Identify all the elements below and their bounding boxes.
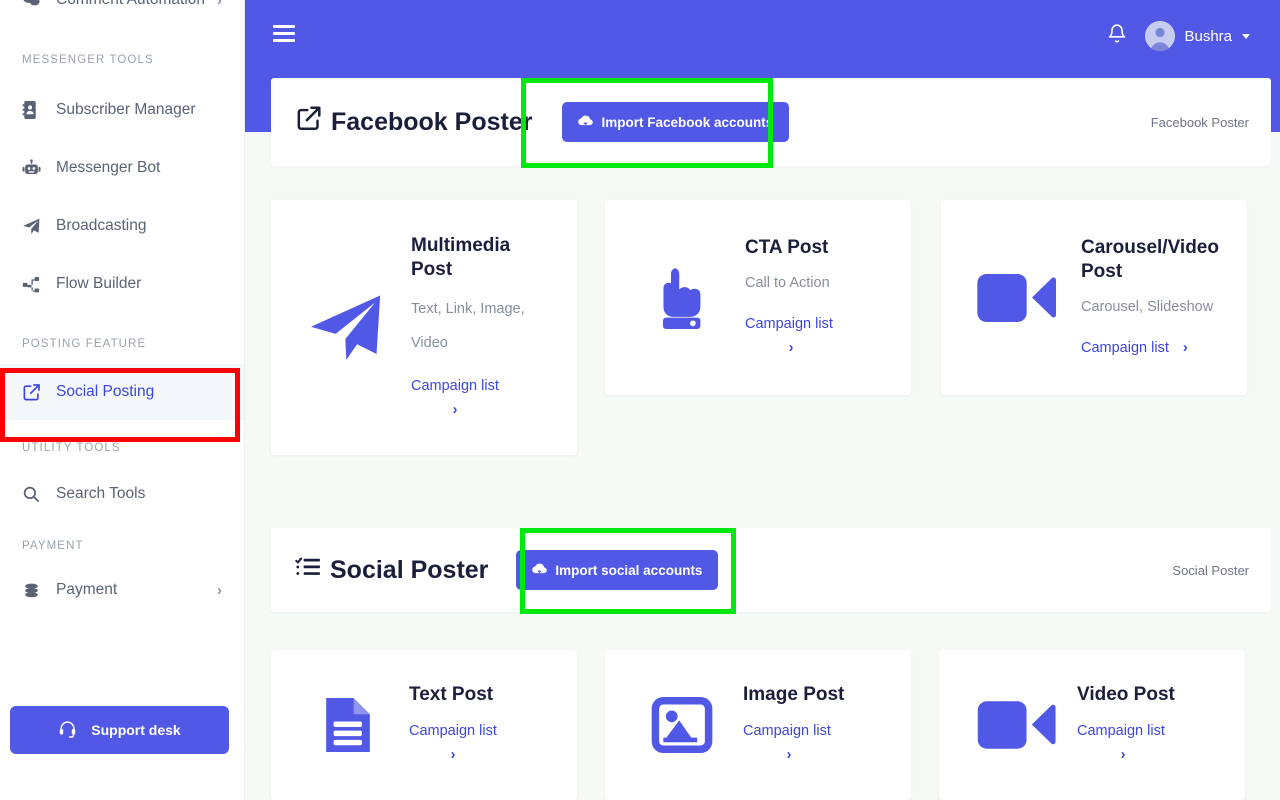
sidebar-section-payment: PAYMENT [22,540,84,552]
sidebar-item-search-tools[interactable]: Search Tools [0,470,244,518]
sidebar-section-messenger-tools: MESSENGER TOOLS [22,54,154,66]
campaign-list-link[interactable]: Campaign list › [743,719,853,767]
card-title: Multimedia Post [411,234,511,280]
import-button-label: Import social accounts [555,562,703,578]
sidebar-item-label: Payment [56,581,118,598]
sidebar-item-label: Comment Automation [56,0,217,9]
campaign-list-label: Campaign list [745,315,833,332]
bell-icon[interactable] [1107,23,1127,49]
card-title: Image Post [743,684,845,705]
image-icon [621,697,743,753]
search-icon [22,485,56,503]
topbar-right: Bushra [1107,21,1250,51]
campaign-list-label: Campaign list [1077,723,1165,739]
card-title: CTA Post [745,236,829,258]
file-text-icon [287,694,409,756]
main-content: Bushra Facebook Poster Import Facebook a… [245,0,1280,800]
card-carousel-video-post[interactable]: Carousel/Video Post Carousel, Slideshow … [941,200,1247,395]
sitemap-icon [22,275,56,294]
card-image-post[interactable]: Image Post Campaign list › [605,650,911,800]
sidebar-item-label: Messenger Bot [56,159,161,176]
sidebar-section-posting-feature: POSTING FEATURE [22,338,147,350]
card-description: Carousel, Slideshow [1081,298,1214,315]
page-title: Social Poster [330,555,489,584]
card-title: Text Post [409,684,494,705]
card-title: Carousel/Video Post [1081,236,1219,282]
facebook-poster-panel-header: Facebook Poster Import Facebook accounts… [271,78,1271,166]
import-button-label: Import Facebook accounts [601,114,774,130]
card-title: Video Post [1077,684,1175,705]
sidebar-item-subscriber-manager[interactable]: Subscriber Manager [0,86,244,134]
cloud-download-icon [532,561,548,579]
campaign-list-label: Campaign list [743,723,831,739]
headset-icon [58,719,77,741]
chevron-right-icon: › [1182,339,1188,356]
campaign-list-link[interactable]: Campaign list › [411,374,511,422]
user-menu[interactable]: Bushra [1145,21,1250,51]
social-poster-title-group: Social Poster [271,554,488,587]
support-desk-button[interactable]: Support desk [10,706,229,754]
import-facebook-accounts-button[interactable]: Import Facebook accounts [562,102,790,142]
facebook-poster-title-group: Facebook Poster [271,105,532,139]
app-root: Comment Automation › MESSENGER TOOLS Sub… [0,0,1280,800]
share-square-icon [295,105,322,139]
campaign-list-label: Campaign list [1081,339,1169,356]
hand-pointer-icon [615,263,745,333]
chevron-right-icon: › [786,747,792,763]
sidebar-item-payment[interactable]: Payment › [0,566,244,614]
hamburger-icon[interactable] [273,25,295,46]
address-book-icon [22,101,56,119]
breadcrumb: Social Poster [1172,562,1249,578]
sidebar: Comment Automation › MESSENGER TOOLS Sub… [0,0,245,800]
sidebar-item-label: Flow Builder [56,275,142,292]
import-social-accounts-button[interactable]: Import social accounts [516,550,719,590]
sidebar-item-comment-automation[interactable]: Comment Automation › [0,0,244,12]
breadcrumb: Facebook Poster [1150,114,1249,130]
chevron-right-icon: › [217,0,222,9]
share-square-icon [22,383,56,402]
campaign-list-link[interactable]: Campaign list › [1077,719,1187,767]
user-name: Bushra [1184,27,1232,45]
card-cta-post[interactable]: CTA Post Call to Action Campaign list › [605,200,911,395]
chevron-down-icon [1242,33,1250,39]
campaign-list-label: Campaign list [409,723,497,739]
support-desk-label: Support desk [91,722,181,738]
user-avatar-icon [1145,21,1176,51]
comments-icon [22,0,56,10]
video-camera-icon [955,696,1077,754]
campaign-list-label: Campaign list [411,377,499,394]
sidebar-item-messenger-bot[interactable]: Messenger Bot [0,144,244,192]
robot-icon [22,158,56,178]
video-camera-icon [951,267,1081,329]
card-description: Call to Action [745,274,830,291]
cloud-download-icon [578,113,594,131]
sidebar-item-social-posting[interactable]: Social Posting [0,364,244,420]
sidebar-item-broadcasting[interactable]: Broadcasting [0,202,244,250]
chevron-right-icon: › [452,401,458,418]
sidebar-section-utility-tools: UTILITY TOOLS [22,442,121,454]
paper-plane-icon [22,217,56,236]
chevron-right-icon: › [1120,747,1126,763]
coins-icon [22,581,56,600]
paper-plane-icon [281,289,411,367]
sidebar-item-flow-builder[interactable]: Flow Builder [0,260,244,308]
social-poster-panel-header: Social Poster Import social accounts Soc… [271,528,1271,612]
sidebar-item-label: Subscriber Manager [56,101,196,118]
card-video-post[interactable]: Video Post Campaign list › [939,650,1245,800]
card-description: Text, Link, Image, Video [411,300,525,351]
tasks-icon [295,554,321,587]
chevron-right-icon: › [788,339,794,356]
card-text-post[interactable]: Text Post Campaign list › [271,650,577,800]
card-multimedia-post[interactable]: Multimedia Post Text, Link, Image, Video… [271,200,577,455]
chevron-right-icon: › [217,581,222,599]
campaign-list-link[interactable]: Campaign list › [1081,336,1256,360]
page-title: Facebook Poster [331,107,533,136]
campaign-list-link[interactable]: Campaign list › [409,719,509,767]
campaign-list-link[interactable]: Campaign list › [745,312,855,360]
sidebar-item-label: Broadcasting [56,217,147,234]
chevron-right-icon: › [450,747,456,763]
sidebar-item-label: Search Tools [56,485,146,502]
sidebar-item-label: Social Posting [56,383,155,400]
